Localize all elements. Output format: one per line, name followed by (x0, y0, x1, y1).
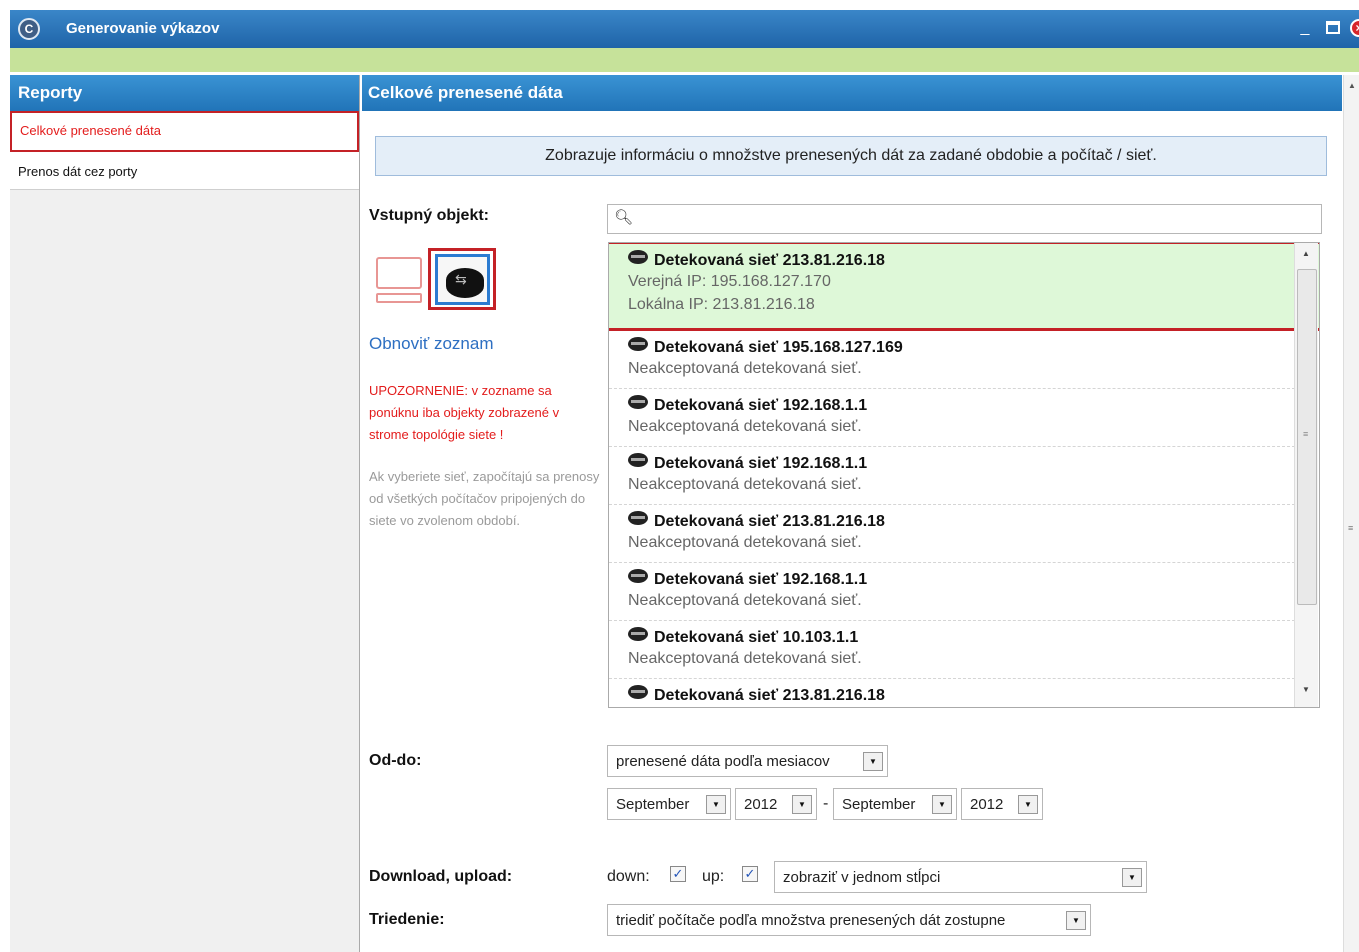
from-month-select[interactable]: September ▼ (607, 788, 731, 820)
list-item[interactable]: Detekovaná sieť 10.103.1.1 Neakceptovaná… (609, 621, 1295, 679)
up-label: up: (702, 868, 725, 885)
router-icon (628, 511, 648, 525)
down-label: down: (607, 868, 650, 885)
list-item-status: Neakceptovaná detekovaná sieť. (628, 418, 862, 435)
range-separator: - (823, 795, 829, 812)
period-label: Od-do: (369, 752, 422, 769)
list-item-name: Detekovaná sieť 213.81.216.18 (654, 252, 885, 269)
router-icon (446, 268, 484, 298)
scroll-grip-icon: ≡ (1348, 523, 1354, 533)
list-item-status: Neakceptovaná detekovaná sieť. (628, 650, 862, 667)
router-icon (628, 569, 648, 583)
chevron-down-icon: ▼ (1066, 911, 1086, 930)
page-title: Celkové prenesené dáta (362, 75, 1342, 111)
scroll-up-icon[interactable]: ▲ (1348, 81, 1356, 90)
list-item-status: Neakceptovaná detekovaná sieť. (628, 592, 862, 609)
router-icon (628, 627, 648, 641)
list-item-status: Neakceptovaná detekovaná sieť. (628, 476, 862, 493)
chevron-down-icon: ▼ (792, 795, 812, 814)
router-icon (628, 453, 648, 467)
sidebar-header: Reporty (10, 75, 359, 111)
list-item[interactable]: Detekovaná sieť 213.81.216.18 Neakceptov… (609, 505, 1295, 563)
object-search-input[interactable]: 🔍︎ (607, 204, 1322, 234)
sort-label: Triedenie: (369, 911, 445, 928)
warning-text: UPOZORNENIE: v zozname sa ponúknu iba ob… (369, 383, 560, 442)
traffic-label: Download, upload: (369, 868, 513, 885)
computer-type-icon[interactable] (374, 255, 424, 305)
page-scrollbar[interactable]: ▲ ≡ (1343, 75, 1359, 952)
sidebar-item-port-traffic[interactable]: Prenos dát cez porty (10, 152, 359, 190)
list-item-name: Detekovaná sieť 213.81.216.18 (654, 687, 885, 704)
app-logo-icon: C (18, 18, 40, 40)
traffic-mode-select[interactable]: zobraziť v jednom stĺpci ▼ (774, 861, 1147, 893)
list-item-status: Neakceptovaná detekovaná sieť. (628, 534, 862, 551)
chevron-down-icon: ▼ (1018, 795, 1038, 814)
sort-mode-value: triediť počítače podľa množstva prenesen… (616, 912, 1006, 929)
chevron-down-icon: ▼ (863, 752, 883, 771)
list-item[interactable]: Detekovaná sieť 195.168.127.169 Neakcept… (609, 331, 1295, 389)
from-year-select[interactable]: 2012 ▼ (735, 788, 817, 820)
list-item-local-ip: Lokálna IP: 213.81.216.18 (628, 296, 815, 313)
to-year-select[interactable]: 2012 ▼ (961, 788, 1043, 820)
list-item[interactable]: Detekovaná sieť 192.168.1.1 Neakceptovan… (609, 563, 1295, 621)
scroll-grip-icon: ≡ (1303, 429, 1309, 439)
network-type-icon[interactable] (428, 248, 496, 310)
refresh-list-link[interactable]: Obnoviť zoznam (369, 334, 494, 354)
list-item-name: Detekovaná sieť 192.168.1.1 (654, 455, 868, 472)
chevron-down-icon: ▼ (932, 795, 952, 814)
list-item[interactable]: Detekovaná sieť 192.168.1.1 Neakceptovan… (609, 389, 1295, 447)
minimize-icon[interactable]: _ (1296, 19, 1314, 37)
router-icon (628, 250, 648, 264)
sidebar-item-total-data[interactable]: Celkové prenesené dáta (10, 111, 359, 152)
list-item[interactable]: Detekovaná sieť 213.81.216.18 Verejná IP… (609, 243, 1319, 331)
scroll-down-icon[interactable]: ▼ (1302, 685, 1310, 694)
search-icon: 🔍︎ (614, 209, 634, 226)
list-item-status: Neakceptovaná detekovaná sieť. (628, 360, 862, 377)
router-icon (628, 395, 648, 409)
chevron-down-icon: ▼ (706, 795, 726, 814)
period-mode-select[interactable]: prenesené dáta podľa mesiacov ▼ (607, 745, 888, 777)
to-month-select[interactable]: September ▼ (833, 788, 957, 820)
list-item-name: Detekovaná sieť 195.168.127.169 (654, 339, 903, 356)
router-icon (628, 685, 648, 699)
info-banner: Zobrazuje informáciu o množstve prenesen… (375, 136, 1327, 176)
period-mode-value: prenesené dáta podľa mesiacov (616, 753, 830, 770)
window-title: Generovanie výkazov (66, 20, 220, 37)
list-item-name: Detekovaná sieť 10.103.1.1 (654, 629, 859, 646)
list-item-name: Detekovaná sieť 192.168.1.1 (654, 397, 868, 414)
object-list[interactable]: Detekovaná sieť 213.81.216.18 Verejná IP… (608, 242, 1320, 708)
list-item-name: Detekovaná sieť 213.81.216.18 (654, 513, 885, 530)
to-year-value: 2012 (970, 796, 1004, 813)
maximize-icon[interactable] (1324, 19, 1342, 37)
from-month-value: September (616, 796, 690, 813)
status-bar (10, 48, 1359, 72)
input-object-label: Vstupný objekt: (369, 207, 490, 224)
sort-mode-select[interactable]: triediť počítače podľa množstva prenesen… (607, 904, 1091, 936)
scroll-up-icon[interactable]: ▲ (1302, 249, 1310, 258)
chevron-down-icon: ▼ (1122, 868, 1142, 887)
list-scrollbar[interactable]: ▲ ≡ ▼ (1294, 243, 1318, 707)
router-icon (628, 337, 648, 351)
up-checkbox[interactable]: ✓ (742, 866, 758, 882)
list-item-name: Detekovaná sieť 192.168.1.1 (654, 571, 868, 588)
window-titlebar: C Generovanie výkazov _ × (10, 10, 1359, 48)
traffic-mode-value: zobraziť v jednom stĺpci (783, 869, 941, 886)
hint-text: Ak vyberiete sieť, započítajú sa prenosy… (369, 469, 600, 528)
list-item-public-ip: Verejná IP: 195.168.127.170 (628, 273, 831, 290)
from-year-value: 2012 (744, 796, 778, 813)
down-checkbox[interactable]: ✓ (670, 866, 686, 882)
to-month-value: September (842, 796, 916, 813)
list-item[interactable]: Detekovaná sieť 192.168.1.1 Neakceptovan… (609, 447, 1295, 505)
list-item[interactable]: Detekovaná sieť 213.81.216.18 (609, 679, 1295, 707)
sidebar: Reporty Celkové prenesené dáta Prenos dá… (10, 75, 360, 952)
close-icon[interactable]: × (1350, 19, 1359, 37)
